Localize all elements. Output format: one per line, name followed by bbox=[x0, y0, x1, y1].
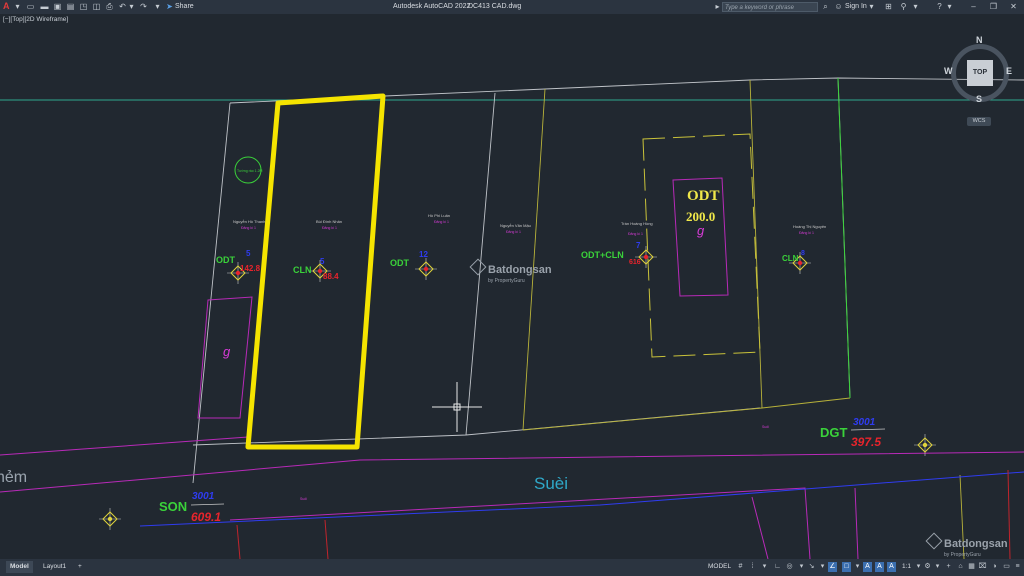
parcel-code-2: CLN bbox=[293, 265, 312, 275]
son-area: 609.1 bbox=[191, 510, 221, 524]
scale-caret-icon[interactable]: ▾ bbox=[914, 562, 923, 572]
parcel-code-5: ODT+CLN bbox=[581, 250, 624, 260]
object-snap-tracking-icon[interactable]: ∠ bbox=[828, 562, 837, 572]
watermark-sub: by PropertyGuru bbox=[944, 552, 981, 558]
watermark-sub: by PropertyGuru bbox=[488, 278, 525, 284]
owner-label-4: Nguyễn Văn Mậu bbox=[500, 223, 531, 228]
parcel-area-1: 142.8 bbox=[240, 264, 261, 273]
status-bar: Model Layout1 + MODEL # ⁞ ▾ ∟ ◎ ▾ ↘ ▾ ∠ … bbox=[0, 559, 1024, 576]
parcel-number-1: 5 bbox=[246, 249, 251, 258]
isodraft-icon[interactable]: ↘ bbox=[807, 562, 816, 572]
dgt-code: DGT bbox=[820, 425, 848, 440]
watermark-corner: Batdongsan by PropertyGuru bbox=[925, 532, 1008, 558]
workspace-gear-icon[interactable]: ⚙ bbox=[923, 562, 932, 572]
customization-icon[interactable]: ≡ bbox=[1013, 562, 1022, 572]
annotation-scale-value[interactable]: 1:1 bbox=[898, 561, 915, 573]
parcel-number-5: 7 bbox=[636, 241, 641, 250]
owner-label-3: Hồ Phi Luân bbox=[428, 213, 450, 218]
odt-block-code: ODT bbox=[687, 188, 720, 204]
tab-layout1[interactable]: Layout1 bbox=[39, 561, 70, 573]
odt-block-symbol: g bbox=[697, 223, 705, 238]
watermark-name: Batdongsan bbox=[944, 538, 1008, 550]
stream-label: Suèi bbox=[534, 474, 568, 493]
dgt-number: 3001 bbox=[853, 417, 876, 428]
watermark-center: Batdongsan by PropertyGuru bbox=[469, 258, 552, 284]
parcel-number-2: 5 bbox=[320, 257, 325, 266]
survey-marker bbox=[99, 508, 121, 530]
wcs-menu[interactable]: WCS bbox=[967, 117, 991, 126]
compass-south[interactable]: S bbox=[976, 94, 982, 104]
annotation-monitor-icon[interactable]: + bbox=[944, 562, 953, 572]
parcel-number-3: 12 bbox=[419, 250, 428, 259]
model-space-toggle[interactable]: MODEL bbox=[704, 561, 735, 573]
parcel-code-3: ODT bbox=[390, 258, 410, 268]
compass-east[interactable]: E bbox=[1006, 66, 1012, 76]
watermark-logo-icon bbox=[925, 532, 943, 550]
owner-label-6: Hoàng Thị Nguyên bbox=[793, 224, 826, 229]
small-note-2: Suối bbox=[300, 497, 307, 501]
street-label: hẻm bbox=[0, 469, 27, 486]
workspace-caret-icon[interactable]: ▾ bbox=[933, 562, 942, 572]
lock-ui-icon[interactable]: ⌧ bbox=[978, 562, 987, 572]
ortho-icon[interactable]: ∟ bbox=[773, 562, 782, 572]
object-snap-caret-icon[interactable]: ▾ bbox=[853, 562, 862, 572]
add-layout-button[interactable]: + bbox=[74, 561, 86, 573]
parcel-area-2: 88.4 bbox=[323, 272, 339, 281]
isodraft-caret-icon[interactable]: ▾ bbox=[818, 562, 827, 572]
survey-markers bbox=[99, 246, 936, 530]
owner-label-5: Trần Hoàng Hồng bbox=[621, 221, 653, 226]
yellow-parcel-lines bbox=[522, 79, 965, 559]
parcel-code-6: CLN bbox=[782, 254, 799, 263]
snap-caret-icon[interactable]: ▾ bbox=[760, 562, 769, 572]
dgt-area: 397.5 bbox=[851, 435, 881, 449]
owner-label-2: Bùi Đình Nhân bbox=[316, 219, 342, 224]
note-label-5: Đăng kí 1 bbox=[628, 232, 643, 236]
house-symbol: g bbox=[223, 344, 231, 359]
quick-properties-icon[interactable]: ▦ bbox=[967, 562, 976, 572]
note-label-3: Đăng kí 1 bbox=[434, 220, 449, 224]
tab-model[interactable]: Model bbox=[6, 561, 33, 573]
annotation-visibility-icon[interactable]: A bbox=[863, 562, 872, 572]
polar-icon[interactable]: ◎ bbox=[785, 562, 794, 572]
parcel-code-1: ODT bbox=[216, 255, 236, 265]
highlighted-parcel bbox=[245, 93, 386, 450]
viewcube-top-face[interactable]: TOP bbox=[967, 60, 993, 86]
auto-scale-icon[interactable]: A bbox=[887, 562, 896, 572]
annotation-scale-icon[interactable]: A bbox=[875, 562, 884, 572]
isolate-objects-icon[interactable]: ◑ bbox=[990, 562, 999, 572]
road-lines bbox=[0, 436, 1024, 559]
snap-icon[interactable]: ⁞ bbox=[748, 562, 757, 572]
parcel-number-6: 8 bbox=[801, 250, 805, 257]
grid-icon[interactable]: # bbox=[736, 562, 745, 572]
note-label-1: Đăng kí 1 bbox=[241, 226, 256, 230]
survey-marker bbox=[415, 258, 437, 280]
compass-west[interactable]: W bbox=[944, 66, 953, 76]
polar-caret-icon[interactable]: ▾ bbox=[797, 562, 806, 572]
object-snap-icon[interactable]: □ bbox=[842, 562, 851, 572]
watermark-name: Batdongsan bbox=[488, 264, 552, 276]
owner-label-1: Nguyễn Hồ Thanh bbox=[233, 219, 265, 224]
units-icon[interactable]: ⌂ bbox=[956, 562, 965, 572]
son-number: 3001 bbox=[192, 491, 215, 502]
note-label-4: Đăng kí 1 bbox=[506, 230, 521, 234]
odt-block-area: 200.0 bbox=[686, 209, 715, 224]
viewcube[interactable]: TOP N S E W bbox=[944, 35, 1013, 104]
crosshair-cursor bbox=[432, 382, 482, 432]
parcel-area-5: 616 bbox=[629, 259, 641, 266]
dashed-building bbox=[642, 133, 761, 358]
small-note-1: Suối bbox=[762, 425, 769, 429]
note-label-6: Đăng kí 1 bbox=[799, 231, 814, 235]
red-lines bbox=[236, 469, 1011, 559]
son-code: SON bbox=[159, 499, 187, 514]
green-line bbox=[837, 77, 851, 399]
compass-north[interactable]: N bbox=[976, 35, 983, 45]
note-label-2: Đăng kí 1 bbox=[322, 226, 337, 230]
watermark-logo-icon bbox=[469, 258, 487, 276]
clean-screen-icon[interactable]: ▭ bbox=[1002, 562, 1011, 572]
circle-note: Tường rào 1.2M bbox=[237, 169, 263, 173]
